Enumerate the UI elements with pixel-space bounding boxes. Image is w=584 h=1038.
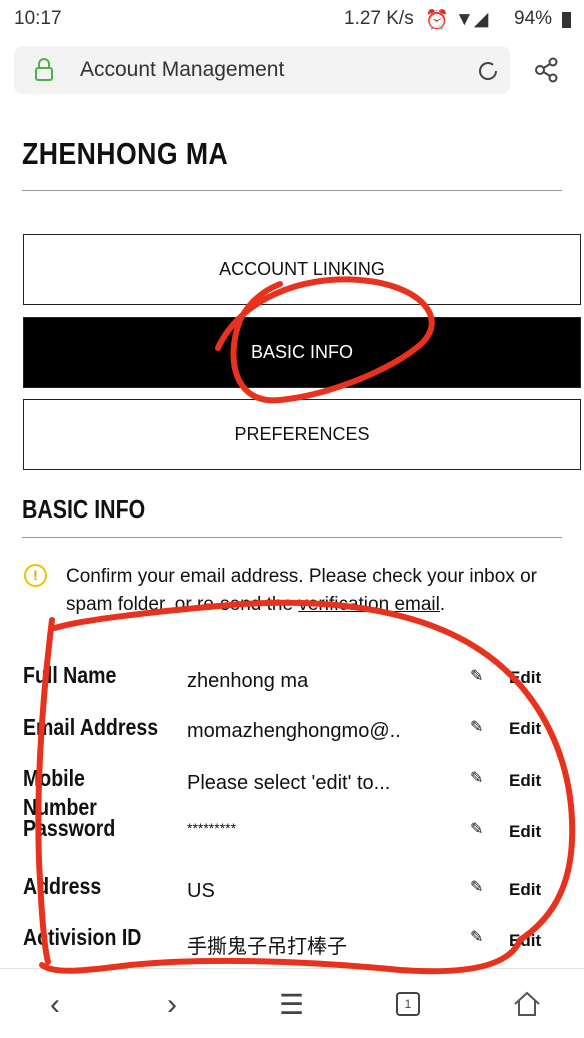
verification-link[interactable]: verification email (298, 594, 440, 615)
status-time: 10:17 (14, 8, 62, 29)
pencil-icon[interactable]: ✎ (470, 768, 483, 788)
value-email: momazhenghongmo@.. (187, 720, 401, 742)
battery-level: 94% (514, 8, 553, 29)
battery-icon (562, 12, 571, 28)
value-address: US (187, 880, 215, 902)
pencil-icon[interactable]: ✎ (470, 877, 483, 897)
wifi-icon: ▼◢ (455, 9, 489, 30)
forward-icon[interactable]: › (167, 988, 177, 1022)
pencil-icon[interactable]: ✎ (470, 666, 483, 686)
label-password: Password (23, 815, 116, 841)
divider (22, 537, 562, 538)
tab-preferences[interactable]: PREFERENCES (23, 399, 581, 470)
section-title: BASIC INFO (22, 494, 146, 524)
value-password: ********* (187, 820, 237, 836)
label-address: Address (23, 873, 102, 899)
label-activision-id: Activision ID (23, 924, 142, 950)
edit-email[interactable]: Edit (509, 719, 541, 739)
divider (22, 190, 562, 191)
edit-full-name[interactable]: Edit (509, 668, 541, 688)
value-mobile: Please select 'edit' to... (187, 772, 391, 794)
warning-icon: ! (24, 564, 47, 587)
lock-icon (34, 58, 54, 81)
value-full-name: zhenhong ma (187, 670, 309, 692)
tab-basic-info[interactable]: BASIC INFO (23, 317, 581, 388)
edit-mobile[interactable]: Edit (509, 771, 541, 791)
menu-icon[interactable]: ☰ (279, 988, 304, 1021)
pencil-icon[interactable]: ✎ (470, 927, 483, 947)
edit-activision-id[interactable]: Edit (509, 931, 541, 951)
label-email: Email Address (23, 714, 159, 740)
page-title: ZHENHONG MA (22, 136, 229, 171)
pencil-icon[interactable]: ✎ (470, 717, 483, 737)
back-icon[interactable]: ‹ (50, 988, 60, 1022)
network-speed: 1.27 K/s (344, 8, 414, 29)
edit-password[interactable]: Edit (509, 822, 541, 842)
page-title-address: Account Management (80, 58, 285, 81)
reload-icon[interactable] (476, 59, 500, 88)
home-icon[interactable] (512, 990, 542, 1023)
share-icon[interactable] (534, 57, 560, 88)
tab-account-linking[interactable]: ACCOUNT LINKING (23, 234, 581, 305)
edit-address[interactable]: Edit (509, 880, 541, 900)
email-notice: Confirm your email address. Please check… (66, 566, 537, 615)
pencil-icon[interactable]: ✎ (470, 819, 483, 839)
nav-divider (0, 968, 584, 969)
alarm-icon: ⏰ (425, 10, 449, 31)
tabs-button[interactable]: 1 (396, 992, 420, 1016)
label-full-name: Full Name (23, 662, 117, 688)
value-activision-id: 手撕鬼子吊打棒子 (187, 936, 347, 958)
